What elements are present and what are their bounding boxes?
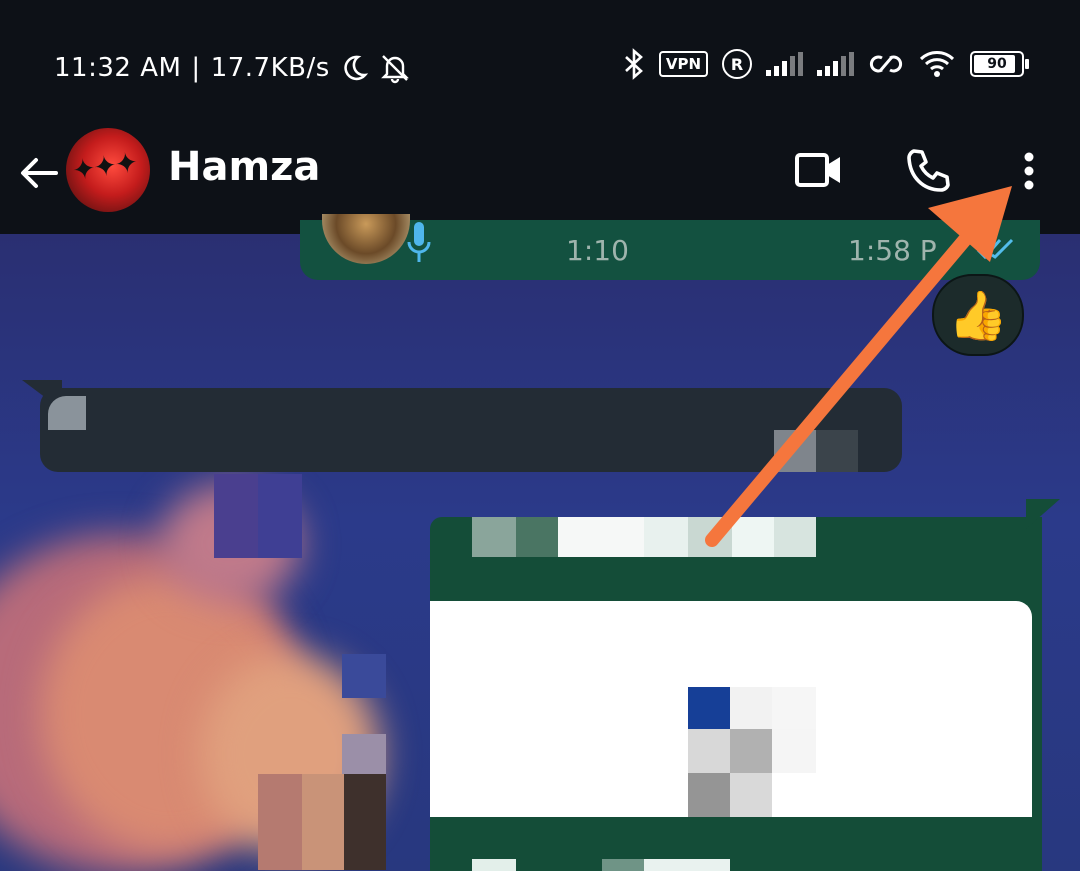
back-arrow-icon[interactable] (16, 150, 62, 196)
roaming-icon: R (722, 49, 752, 79)
contact-avatar[interactable]: ✦✦✦ (66, 128, 150, 212)
reaction-badge[interactable]: 👍 (932, 274, 1024, 356)
status-bar: 11:32 AM | 17.7KB/s VPN R 90 (0, 0, 1080, 124)
mute-bell-icon (380, 55, 409, 84)
video-call-icon[interactable] (794, 150, 844, 190)
bluetooth-icon (624, 48, 643, 80)
more-options-icon[interactable] (1018, 150, 1040, 194)
status-right: VPN R 90 (623, 48, 1029, 80)
status-left: 11:32 AM | 17.7KB/s (54, 52, 412, 84)
blurred-attachment[interactable] (430, 601, 1032, 817)
battery-level: 90 (987, 56, 1007, 72)
chat-header: ✦✦✦ Hamza (0, 124, 1080, 234)
contact-name[interactable]: Hamza (168, 144, 320, 190)
wifi-icon (919, 51, 955, 77)
avatar-artwork: ✦✦✦ (70, 145, 139, 188)
network-speed: 17.7KB/s (210, 53, 330, 83)
voice-note-avatar (322, 214, 410, 264)
signal-icon (817, 52, 854, 76)
moon-icon (344, 55, 368, 81)
hotspot-icon (869, 55, 903, 73)
vpn-icon: VPN (658, 51, 708, 77)
voice-note-bubble[interactable]: 1:10 1:58 P (300, 214, 1040, 280)
message-timestamp: 1:58 P (848, 234, 937, 267)
status-separator: | (191, 53, 201, 83)
blurred-content (48, 396, 86, 430)
voice-call-icon[interactable] (906, 146, 956, 194)
microphone-icon (407, 222, 431, 262)
chat-screen: 11:32 AM | 17.7KB/s VPN R 90 ✦✦✦ Hamza 1… (0, 0, 1080, 871)
status-time: 11:32 AM (54, 53, 182, 83)
incoming-message-bubble[interactable] (22, 380, 902, 472)
voice-note-duration: 1:10 (566, 234, 629, 267)
signal-icon (766, 52, 803, 76)
battery-icon: 90 (970, 51, 1029, 77)
read-receipt-icon (976, 238, 1014, 260)
outgoing-message-bubble[interactable] (430, 499, 1060, 871)
